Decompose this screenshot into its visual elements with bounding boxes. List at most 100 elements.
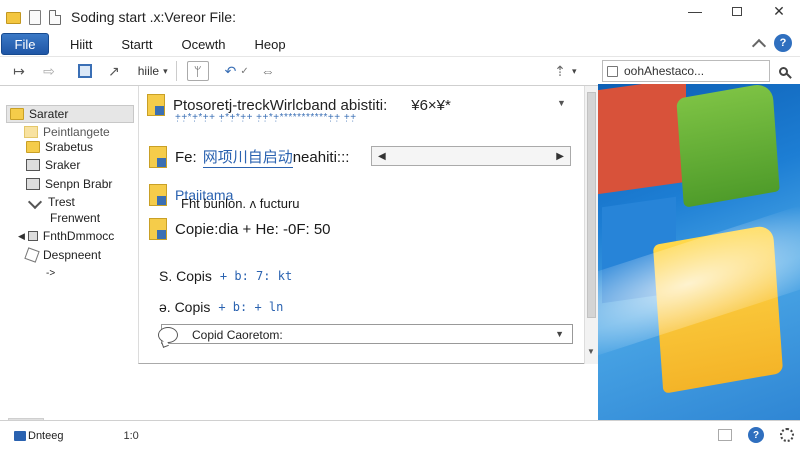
list-item[interactable]: Fe: 网项川自启动 neahiti::: — [149, 146, 349, 168]
document-icon[interactable] — [49, 9, 61, 25]
filter-icon[interactable]: ᛘ — [186, 61, 209, 81]
sidebar-item-srabetus[interactable]: Srabetus — [26, 138, 93, 156]
chevron-down-icon[interactable]: ▼ — [557, 98, 566, 108]
left-arrow-icon[interactable]: ◀ — [378, 151, 386, 162]
maximize-icon — [732, 6, 742, 16]
content-pane: Ptosoretj-treckWirlcband abistiti: ¥6×¥*… — [138, 86, 598, 364]
search-input[interactable]: oohAhestaco... — [602, 60, 770, 82]
wallpaper-flag-green — [676, 84, 780, 208]
item-title: Ptosoretj-treckWirlcband abistiti: — [173, 96, 388, 114]
copy-row[interactable]: ə. Copis + b: + ln — [159, 299, 283, 315]
sidebar-item-more[interactable]: -> — [46, 264, 55, 282]
forward-arrow-icon[interactable]: ⇨ — [34, 60, 64, 82]
sidebar-item-sraker[interactable]: Sraker — [26, 156, 80, 174]
status-time: 1:0 — [123, 429, 139, 442]
folder-icon[interactable] — [6, 12, 21, 24]
copy-label: S. Copis — [159, 268, 212, 284]
file-menu-button[interactable]: File — [1, 33, 49, 55]
sidebar-item-label: Sarater — [29, 107, 69, 121]
desktop-wallpaper — [598, 84, 800, 420]
history-dropdown-icon[interactable]: ▾ — [572, 66, 586, 77]
pin-icon — [24, 247, 40, 263]
window-title: Soding start .x:Vereor File: — [71, 9, 236, 25]
toolbar-label[interactable]: hiile — [138, 60, 159, 82]
check-icon[interactable]: ✓ — [240, 60, 248, 82]
vertical-scrollbar[interactable]: ▼ — [584, 86, 598, 364]
back-arrow-icon[interactable]: ↦ — [4, 60, 34, 82]
sidebar-item-label: Trest — [48, 195, 75, 209]
item-link[interactable]: 网项川自启动 — [202, 146, 293, 168]
sidebar-item-label: Senpn Brabr — [45, 177, 113, 191]
sidebar-item-label: -> — [46, 267, 56, 279]
menu-item-ocewth[interactable]: Ocewth — [173, 37, 233, 52]
folder-document-icon — [149, 184, 167, 206]
location-icon — [607, 65, 618, 77]
sidebar-item-label: Despneent — [43, 248, 102, 262]
sidebar-item-fnthdmmocc[interactable]: ◀ FnthDmmocc — [18, 227, 114, 245]
copy-value: + b: 7: kt — [219, 269, 293, 283]
undo-icon[interactable]: ↶ — [225, 60, 237, 82]
scroll-down-icon[interactable]: ▼ — [587, 347, 595, 356]
folder-icon — [10, 108, 24, 120]
status-controls: ? — [718, 427, 794, 443]
help-icon[interactable]: ? — [748, 427, 764, 443]
scrollbar-thumb[interactable] — [587, 92, 596, 318]
status-icon — [14, 430, 26, 441]
menu-item-heop[interactable]: Heop — [247, 37, 294, 52]
chevron-down-icon[interactable]: ▼ — [555, 329, 564, 339]
wrench-icon — [27, 194, 43, 210]
menu-bar: File Hiitt Startt Ocewth Heop ? — [0, 32, 800, 56]
close-button[interactable]: ✕ — [758, 0, 800, 22]
menu-item-startt[interactable]: Startt — [113, 37, 160, 52]
ribbon-controls: ? — [751, 34, 792, 53]
search-button[interactable] — [772, 60, 794, 82]
scroll-selector[interactable]: ◀ ▶ — [371, 146, 571, 166]
folder-icon — [24, 126, 38, 138]
sidebar-item-despneent[interactable]: Despneent — [24, 246, 102, 264]
navigation-pane: Sarater Peintlangete Srabetus Sraker Sen… — [0, 86, 138, 450]
copy-destination-combobox[interactable]: Copid Caoretom: ▼ — [158, 324, 573, 344]
sidebar-item-label: FnthDmmocc — [42, 229, 115, 243]
right-arrow-icon[interactable]: ▶ — [556, 151, 564, 162]
toolbar-separator — [175, 61, 177, 81]
pen-icon[interactable]: ↗ — [108, 60, 120, 82]
sidebar-item-label: Srabetus — [45, 140, 94, 154]
maximize-button[interactable] — [716, 0, 758, 22]
quick-access-toolbar — [0, 9, 61, 25]
folder-document-icon — [149, 218, 167, 240]
sidebar-item-senpn-brabr[interactable]: Senpn Brabr — [26, 175, 112, 193]
speech-bubble-icon — [158, 327, 178, 343]
swap-icon[interactable]: ⇔ — [261, 60, 275, 82]
chevron-down-icon[interactable]: ▾ — [163, 60, 168, 82]
search-icon — [778, 66, 788, 76]
folder-document-icon — [149, 146, 167, 168]
computer-icon — [26, 178, 40, 190]
list-item[interactable]: Copie:dia + He: -0F: 50 — [149, 218, 331, 240]
menu-item-hiitt[interactable]: Hiitt — [62, 37, 100, 52]
minimize-button[interactable]: — — [674, 0, 716, 22]
bookmark-icon[interactable] — [29, 9, 41, 25]
resize-grip-icon[interactable] — [718, 429, 732, 441]
copy-label: ə. Copis — [159, 299, 211, 315]
up-arrow-icon[interactable]: ⇡ — [548, 63, 572, 80]
drive-icon — [27, 231, 38, 241]
status-bar: Dnteeg 1:0 ? — [0, 420, 800, 450]
item-subtitle: Fht bunlon. ʌ fucturu — [181, 196, 300, 211]
gear-icon[interactable] — [780, 428, 794, 442]
item-subtitle: +̣+̣*+̣*+̣+ +̣*+̣*+̣+ +̣+̣*+̣***********… — [175, 112, 357, 123]
expand-arrow-icon[interactable]: ◀ — [18, 231, 25, 242]
combobox-value: Copid Caoretom: — [192, 328, 283, 342]
status-info: Dnteeg — [14, 430, 63, 442]
sidebar-item-frenwent[interactable]: Frenwent — [50, 209, 100, 227]
view-icon[interactable] — [78, 64, 92, 78]
copy-value: + b: + ln — [218, 300, 284, 314]
sidebar-item-label: Sraker — [45, 158, 81, 172]
item-prefix: Fe: — [175, 148, 197, 166]
chevron-up-icon[interactable] — [751, 38, 767, 53]
title-bar: Soding start .x:Vereor File: — ✕ — [0, 0, 800, 34]
sidebar-item-sarater[interactable]: Sarater — [6, 105, 134, 123]
help-icon[interactable]: ? — [774, 34, 792, 52]
item-title: Copie:dia + He: -0F: 50 — [175, 220, 331, 238]
copy-row[interactable]: S. Copis + b: 7: kt — [159, 268, 292, 284]
search-input-text: oohAhestaco... — [624, 64, 705, 78]
